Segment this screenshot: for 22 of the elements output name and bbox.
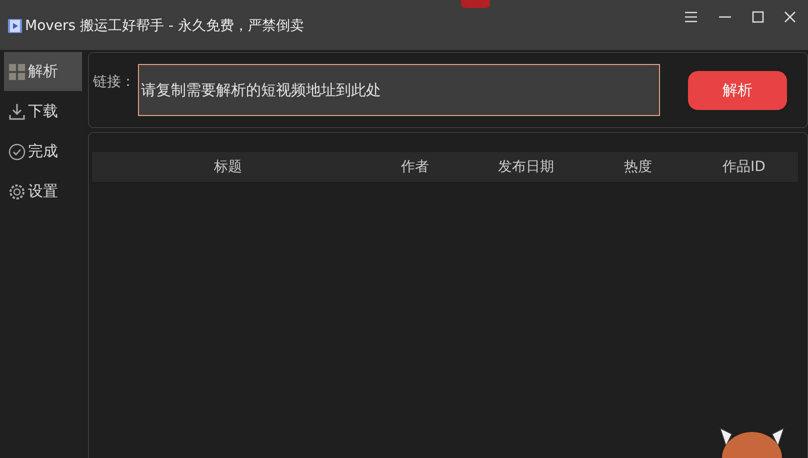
column-header[interactable]: 标题 [92,152,364,182]
parse-button[interactable]: 解析 [688,70,787,110]
grid-icon [8,62,26,80]
link-label: 链接： [93,73,136,91]
sidebar-item[interactable]: 设置 [4,172,82,211]
column-header[interactable]: 作品ID [690,152,798,182]
column-header[interactable]: 发布日期 [466,152,586,182]
check-circle-icon [8,142,26,160]
sidebar-item[interactable]: 下载 [4,92,82,131]
close-icon[interactable] [784,10,796,22]
download-icon [8,102,26,120]
window-title: Movers 搬运工好帮手 - 永久免费，严禁倒卖 [25,17,304,35]
settings-icon [8,182,26,200]
notch-tab-icon [461,0,490,8]
column-header[interactable]: 热度 [586,152,690,182]
link-input-field[interactable]: 请复制需要解析的短视频地址到此处 [138,64,660,116]
menu-icon[interactable] [684,10,698,22]
maximize-icon[interactable] [752,10,764,22]
film-icon [8,19,22,33]
sidebar-item[interactable]: 解析 [4,52,82,91]
sidebar-item[interactable]: 完成 [4,132,82,171]
column-header[interactable]: 作者 [364,152,466,182]
